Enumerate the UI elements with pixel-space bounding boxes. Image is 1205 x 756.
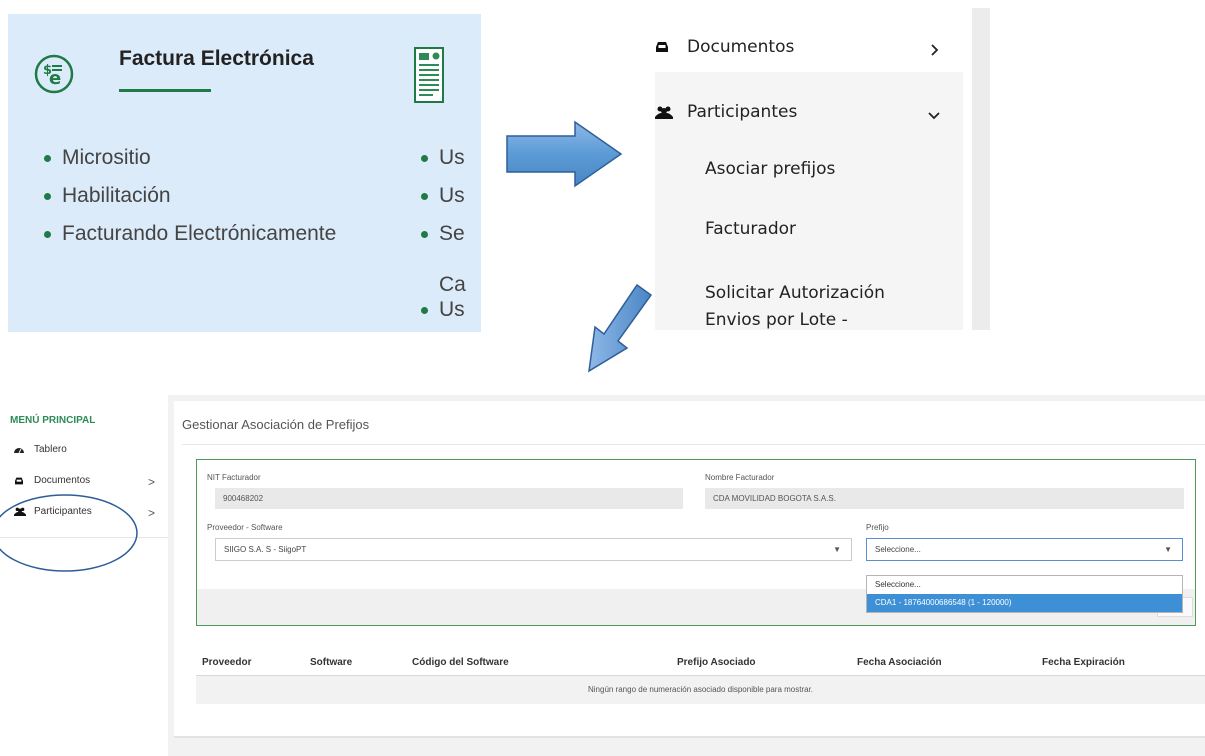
list-item-us-2[interactable]: Us (411, 183, 465, 221)
users-icon (655, 106, 673, 119)
column-header-fecha-expiracion: Fecha Expiración (1042, 657, 1125, 668)
page-title: Gestionar Asociación de Prefijos (182, 417, 370, 432)
proveedor-select[interactable]: SIIGO S.A. S - SiigoPT ▼ (215, 538, 852, 561)
prefijo-dropdown-list: Seleccione... CDA1 - 18764000686548 (1 -… (866, 575, 1183, 613)
caret-down-icon: ▼ (1164, 545, 1172, 554)
chevron-down-icon (928, 112, 940, 120)
highlight-ellipse (0, 494, 138, 572)
document-icon (414, 47, 444, 103)
column-header-software: Software (310, 657, 353, 668)
title-divider (182, 444, 1205, 445)
list-item-facturando[interactable]: Facturando Electrónicamente (34, 221, 336, 259)
table-empty-row: Ningún rango de numeración asociado disp… (196, 676, 1205, 704)
card-bottom-border (174, 736, 1205, 738)
column-header-codigo: Código del Software (412, 657, 509, 668)
sidebar-item-label: Documentos (34, 475, 91, 486)
list-item-micrositio[interactable]: Micrositio (34, 145, 336, 183)
arrow-down-left-icon (588, 283, 653, 373)
main-card: Gestionar Asociación de Prefijos NIT Fac… (174, 401, 1205, 736)
prefijo-value: Seleccione... (875, 545, 921, 554)
dropdown-option-selected[interactable]: CDA1 - 18764000686548 (1 - 120000) (867, 594, 1182, 612)
nit-field: 900468202 (215, 488, 683, 509)
sidebar-item-documentos[interactable]: Documentos (655, 26, 972, 70)
list-item-us-1[interactable]: Us (411, 145, 465, 183)
chevron-right-icon: > (148, 475, 156, 489)
dropdown-option[interactable]: Seleccione... (867, 576, 1182, 594)
inbox-icon (15, 477, 23, 485)
list-item-us-3[interactable]: Us (411, 297, 465, 332)
title-underline (119, 89, 211, 92)
list-item-continuation: Ca (439, 273, 466, 296)
column-header-prefijo: Prefijo Asociado (677, 657, 756, 668)
chevron-right-icon: > (148, 506, 156, 520)
asociacion-prefijos-screen: MENÚ PRINCIPAL Tablero Documentos > Part… (0, 395, 1205, 756)
menu-list-right: Us Us Se Us (411, 145, 465, 332)
inbox-icon (656, 42, 668, 52)
nit-label: NIT Facturador (207, 473, 261, 482)
nombre-field: CDA MOVILIDAD BOGOTA S.A.S. (705, 488, 1184, 509)
proveedor-value: SIIGO S.A. S - SiigoPT (224, 545, 307, 554)
sidebar: MENÚ PRINCIPAL Tablero Documentos > Part… (0, 395, 168, 756)
dashboard-icon (14, 448, 24, 454)
sidebar-item-label: Documentos (687, 37, 795, 57)
chevron-right-icon (931, 44, 939, 56)
proveedor-label: Proveedor - Software (207, 523, 283, 532)
sidebar-item-participantes[interactable]: Participantes Asociar prefijos Facturado… (655, 72, 963, 330)
svg-text:e: e (49, 68, 61, 89)
sidebar-heading: MENÚ PRINCIPAL (10, 415, 96, 426)
sidebar-item-label: Tablero (34, 444, 67, 455)
submenu-facturador[interactable]: Facturador (705, 216, 796, 243)
list-item-habilitacion[interactable]: Habilitación (34, 183, 336, 221)
prefijo-label: Prefijo (866, 523, 889, 532)
caret-down-icon: ▼ (833, 545, 841, 554)
participantes-menu-panel: Documentos Participantes Asociar prefijo… (655, 8, 990, 330)
column-header-fecha-asociacion: Fecha Asociación (857, 657, 942, 668)
scrollbar[interactable] (972, 8, 990, 330)
asociacion-form: NIT Facturador 900468202 Nombre Facturad… (196, 459, 1196, 626)
list-item-se[interactable]: Se (411, 221, 465, 259)
column-header-proveedor: Proveedor (202, 657, 252, 668)
panel-title: Factura Electrónica (119, 47, 314, 70)
prefijo-select[interactable]: Seleccione... ▼ (866, 538, 1183, 561)
sidebar-item-label: Participantes (687, 102, 798, 122)
arrow-right-icon (506, 120, 623, 188)
factura-electronica-panel: $ e Factura Electrónica Micrositio Habil… (8, 14, 481, 332)
factura-electronica-icon: $ e (34, 54, 74, 94)
nombre-label: Nombre Facturador (705, 473, 775, 482)
menu-list-left: Micrositio Habilitación Facturando Elect… (34, 145, 336, 259)
submenu-asociar-prefijos[interactable]: Asociar prefijos (705, 156, 835, 183)
submenu-solicitar-autorizacion[interactable]: Solicitar Autorización Envios por Lote -… (705, 280, 935, 330)
